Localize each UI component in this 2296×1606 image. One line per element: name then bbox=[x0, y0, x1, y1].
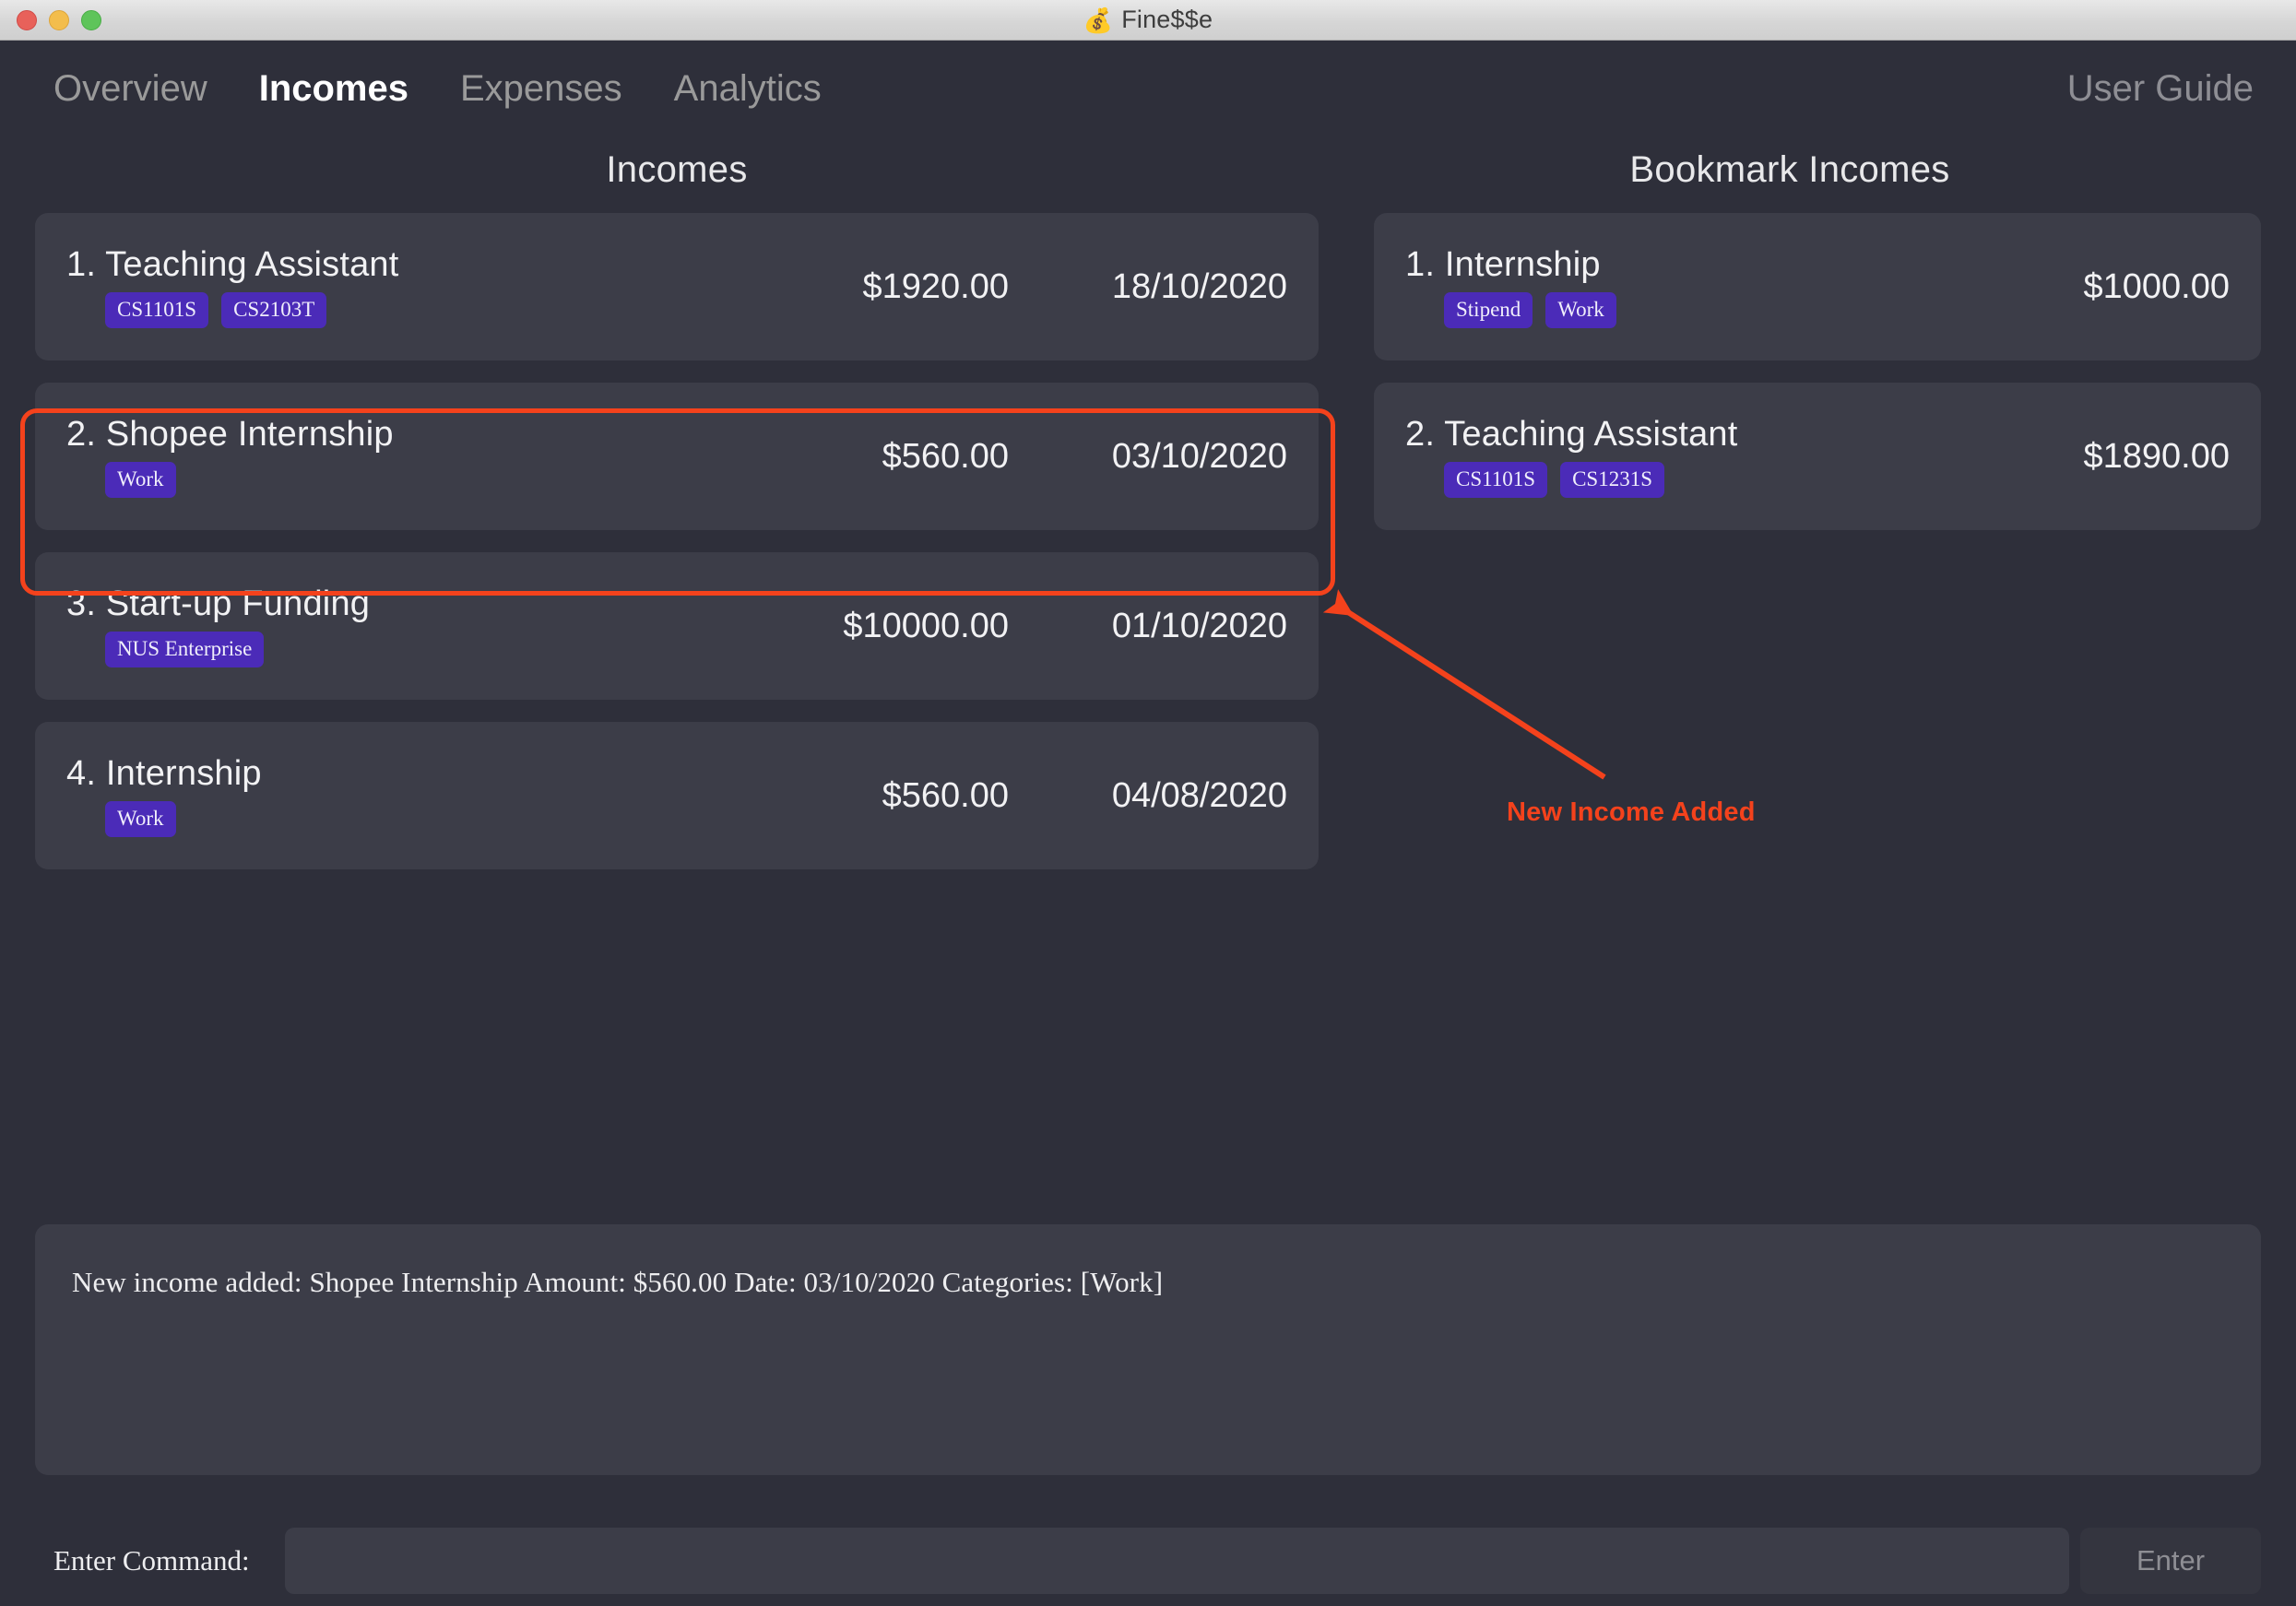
income-card-date: 18/10/2020 bbox=[1111, 266, 1287, 306]
income-card-tags: CS1101S CS2103T bbox=[66, 292, 732, 328]
command-bar: Enter Command: Enter bbox=[0, 1517, 2296, 1605]
bookmark-card-name: 1. Internship bbox=[1405, 245, 1953, 285]
bookmark-card-tags: Stipend Work bbox=[1405, 292, 1953, 328]
income-card-name: 2. Shopee Internship bbox=[66, 415, 732, 455]
category-tag[interactable]: NUS Enterprise bbox=[105, 632, 265, 667]
income-card-info: 4. Internship Work bbox=[66, 754, 732, 837]
enter-button[interactable]: Enter bbox=[2080, 1528, 2261, 1594]
bookmark-card-title: Internship bbox=[1444, 245, 1601, 284]
window-title-group: 💰 Fine$$e bbox=[0, 0, 2296, 40]
income-card-date: 03/10/2020 bbox=[1111, 436, 1287, 476]
income-card-title: Start-up Funding bbox=[105, 585, 371, 623]
money-bag-icon: 💰 bbox=[1083, 6, 1114, 34]
income-card[interactable]: 1. Teaching Assistant CS1101S CS2103T $1… bbox=[35, 213, 1319, 360]
tab-incomes[interactable]: Incomes bbox=[233, 68, 434, 110]
command-input[interactable] bbox=[284, 1528, 2069, 1594]
income-card-index: 1. bbox=[66, 245, 97, 284]
income-card-name: 4. Internship bbox=[66, 754, 732, 794]
income-card[interactable]: 2. Shopee Internship Work $560.00 03/10/… bbox=[35, 383, 1319, 530]
incomes-panel-title: Incomes bbox=[606, 149, 748, 190]
income-card[interactable]: 3. Start-up Funding NUS Enterprise $1000… bbox=[35, 552, 1319, 700]
window-title: Fine$$e bbox=[1121, 6, 1213, 33]
result-display-box: New income added: Shopee Internship Amou… bbox=[35, 1224, 2261, 1475]
income-card[interactable]: 4. Internship Work $560.00 04/08/2020 bbox=[35, 722, 1319, 869]
income-card-amount: $10000.00 bbox=[843, 606, 1009, 645]
zoom-button[interactable] bbox=[81, 9, 101, 30]
income-card-date: 01/10/2020 bbox=[1111, 606, 1287, 645]
bookmark-card-tags: CS1101S CS1231S bbox=[1405, 462, 1953, 498]
tab-expenses[interactable]: Expenses bbox=[434, 68, 648, 110]
tab-overview[interactable]: Overview bbox=[28, 68, 233, 110]
bookmark-card-info: 1. Internship Stipend Work bbox=[1405, 245, 1953, 328]
category-tag[interactable]: Work bbox=[105, 801, 176, 837]
income-card-tags: NUS Enterprise bbox=[66, 632, 732, 667]
close-button[interactable] bbox=[17, 9, 37, 30]
income-card-index: 2. bbox=[66, 415, 97, 454]
bookmark-card-index: 1. bbox=[1405, 245, 1436, 284]
minimize-button[interactable] bbox=[49, 9, 69, 30]
bookmark-card-index: 2. bbox=[1405, 415, 1436, 454]
income-card-title: Shopee Internship bbox=[105, 415, 394, 454]
income-card-name: 1. Teaching Assistant bbox=[66, 245, 732, 285]
income-card-tags: Work bbox=[66, 801, 732, 837]
app-window: 💰 Fine$$e Overview Incomes Expenses Anal… bbox=[0, 0, 2296, 1606]
bookmark-panel-title: Bookmark Incomes bbox=[1629, 149, 1950, 190]
bookmark-incomes-panel: Bookmark Incomes 1. Internship Stipend W… bbox=[1374, 136, 2261, 1206]
result-message: New income added: Shopee Internship Amou… bbox=[72, 1266, 1164, 1298]
command-label: Enter Command: bbox=[53, 1544, 250, 1576]
category-tag[interactable]: Work bbox=[1545, 292, 1616, 328]
annotation-label: New Income Added bbox=[1507, 797, 1756, 827]
bookmark-card-title: Teaching Assistant bbox=[1444, 415, 1738, 454]
bookmark-income-card[interactable]: 2. Teaching Assistant CS1101S CS1231S $1… bbox=[1374, 383, 2261, 530]
category-tag[interactable]: CS1101S bbox=[105, 292, 209, 328]
nav-tabs: Overview Incomes Expenses Analytics bbox=[28, 68, 847, 110]
category-tag[interactable]: CS2103T bbox=[221, 292, 327, 328]
user-guide-link[interactable]: User Guide bbox=[2067, 68, 2254, 110]
income-card-index: 4. bbox=[66, 754, 97, 793]
income-card-info: 1. Teaching Assistant CS1101S CS2103T bbox=[66, 245, 732, 328]
incomes-panel: Incomes 1. Teaching Assistant CS1101S CS… bbox=[35, 136, 1374, 1206]
category-tag[interactable]: CS1231S bbox=[1560, 462, 1665, 498]
income-card-title: Teaching Assistant bbox=[105, 245, 399, 284]
income-card-index: 3. bbox=[66, 585, 97, 623]
category-tag[interactable]: Stipend bbox=[1444, 292, 1533, 328]
income-card-name: 3. Start-up Funding bbox=[66, 585, 732, 624]
category-tag[interactable]: CS1101S bbox=[1444, 462, 1548, 498]
bookmark-card-amount: $1890.00 bbox=[2083, 436, 2231, 476]
bookmark-card-name: 2. Teaching Assistant bbox=[1405, 415, 1953, 455]
window-titlebar: 💰 Fine$$e bbox=[0, 0, 2296, 41]
income-card-amount: $1920.00 bbox=[862, 266, 1010, 306]
category-tag[interactable]: Work bbox=[105, 462, 176, 498]
bookmark-card-info: 2. Teaching Assistant CS1101S CS1231S bbox=[1405, 415, 1953, 498]
bookmark-income-card[interactable]: 1. Internship Stipend Work $1000.00 bbox=[1374, 213, 2261, 360]
income-card-date: 04/08/2020 bbox=[1111, 775, 1287, 815]
tab-analytics[interactable]: Analytics bbox=[648, 68, 847, 110]
bookmark-card-amount: $1000.00 bbox=[2083, 266, 2231, 306]
income-card-tags: Work bbox=[66, 462, 732, 498]
navigation-bar: Overview Incomes Expenses Analytics User… bbox=[0, 41, 2296, 136]
window-controls bbox=[17, 9, 101, 30]
main-content: Incomes 1. Teaching Assistant CS1101S CS… bbox=[0, 136, 2296, 1206]
income-card-info: 2. Shopee Internship Work bbox=[66, 415, 732, 498]
income-card-amount: $560.00 bbox=[882, 775, 1009, 815]
income-card-title: Internship bbox=[105, 754, 262, 793]
income-card-info: 3. Start-up Funding NUS Enterprise bbox=[66, 585, 732, 667]
income-card-amount: $560.00 bbox=[882, 436, 1009, 476]
